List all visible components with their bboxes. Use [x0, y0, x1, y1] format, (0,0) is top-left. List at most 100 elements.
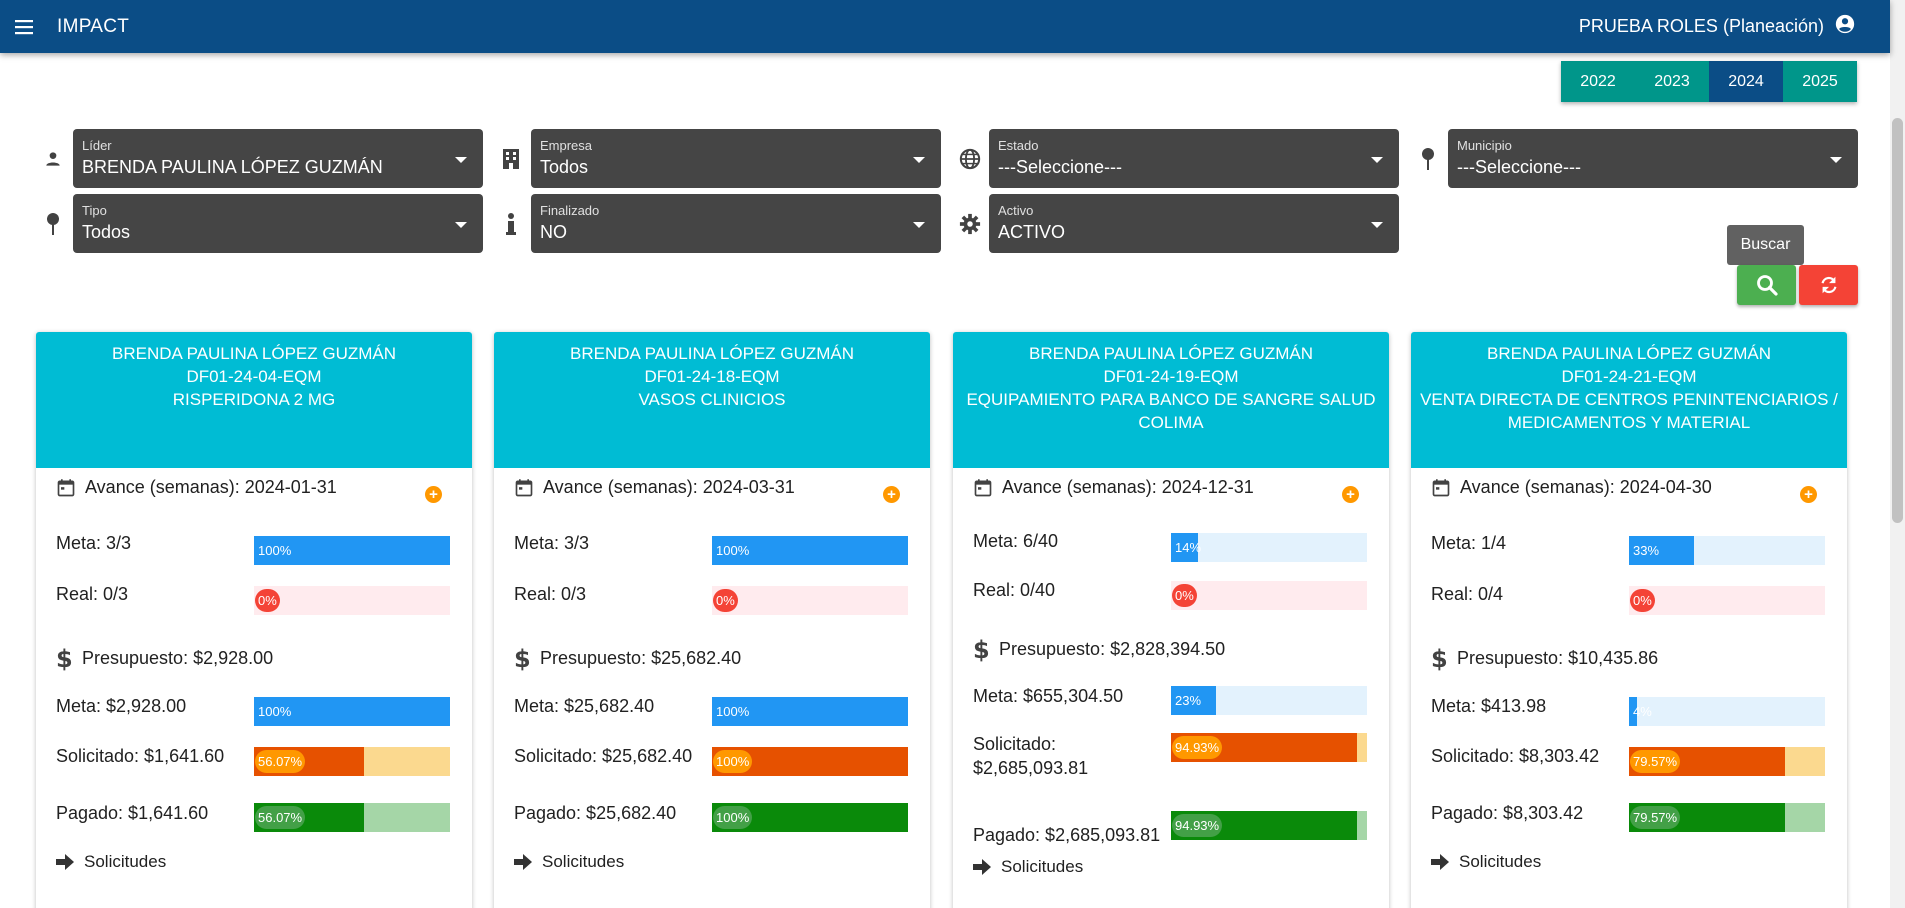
year-button-2025[interactable]: 2025	[1783, 61, 1857, 102]
activo-value: ACTIVO	[998, 222, 1066, 242]
pagado-label: Pagado: $8,303.42	[1431, 803, 1584, 823]
calendar-icon	[974, 478, 992, 496]
real-label: Real: 0/40	[973, 580, 1056, 600]
card-header[interactable]: BRENDA PAULINA LÓPEZ GUZMÁN DF01-24-19-E…	[953, 332, 1389, 468]
avance-row: Avance (semanas): 2024-03-31	[514, 477, 795, 498]
solicitado-label: Solicitado: $8,303.42	[1431, 746, 1600, 766]
globe-icon	[958, 147, 982, 171]
app-title: IMPACT	[57, 15, 130, 37]
add-circle-icon[interactable]: +	[883, 486, 900, 503]
dollar-icon: $	[514, 645, 530, 671]
solicitudes-text: Solicitudes	[84, 852, 167, 871]
account-circle-icon[interactable]	[1834, 13, 1856, 40]
avance-row: Avance (semanas): 2024-01-31	[56, 477, 337, 498]
solicitado-progress-percent: 94.93%	[1172, 736, 1223, 759]
dollar-icon: $	[973, 636, 989, 662]
finalizado-select[interactable]: Finalizado NO	[531, 194, 941, 253]
add-circle-icon[interactable]: +	[1800, 486, 1817, 503]
app-toolbar: IMPACT PRUEBA ROLES (Planeación)	[0, 0, 1890, 53]
meta-label: Meta: 3/3	[514, 533, 590, 553]
card-code: DF01-24-19-EQM	[1103, 367, 1239, 386]
solicitado-label: Solicitado: $2,685,093.81	[973, 734, 1089, 778]
meta-label: Meta: 3/3	[56, 533, 132, 553]
empresa-label: Empresa	[540, 138, 593, 153]
solicitado-label: Solicitado: $1,641.60	[56, 746, 225, 766]
meta-money-progress-percent: 100%	[258, 704, 292, 719]
solicitado-progress: 79.57%	[1629, 747, 1825, 776]
add-circle-icon[interactable]: +	[1342, 486, 1359, 503]
real-progress: 0%	[1629, 586, 1825, 615]
scrollbar-thumb[interactable]	[1892, 118, 1903, 523]
solicitudes-link[interactable]: Solicitudes	[1431, 852, 1541, 872]
menu-icon[interactable]	[0, 0, 50, 53]
lider-label: Líder	[82, 138, 112, 153]
meta-money-progress: 23%	[1171, 686, 1367, 715]
search-button[interactable]	[1737, 265, 1796, 305]
card-project-name: VENTA DIRECTA DE CENTROS PENINTENCIARIOS…	[1420, 390, 1838, 432]
project-card: BRENDA PAULINA LÓPEZ GUZMÁN DF01-24-21-E…	[1411, 332, 1847, 908]
card-leader: BRENDA PAULINA LÓPEZ GUZMÁN	[111, 344, 397, 363]
card-header[interactable]: BRENDA PAULINA LÓPEZ GUZMÁN DF01-24-21-E…	[1411, 332, 1847, 468]
meta-progress-percent: 14%	[1175, 540, 1202, 555]
arrow-right-icon	[973, 859, 991, 875]
solicitado-progress: 56.07%	[254, 747, 450, 776]
info-icon	[499, 212, 523, 236]
municipio-label: Municipio	[1457, 138, 1512, 153]
solicitado-label: Solicitado: $25,682.40	[514, 746, 693, 766]
avance-row: Avance (semanas): 2024-12-31	[973, 477, 1254, 498]
meta-money-label: Meta: $25,682.40	[514, 696, 655, 716]
year-button-2024[interactable]: 2024	[1709, 61, 1783, 102]
arrow-right-icon	[1431, 854, 1449, 870]
chevron-down-icon	[1830, 157, 1842, 163]
real-label: Real: 0/3	[56, 584, 129, 604]
avance-text: Avance (semanas): 2024-04-30	[1460, 477, 1712, 497]
chevron-down-icon	[1371, 157, 1383, 163]
year-button-2023[interactable]: 2023	[1635, 61, 1709, 102]
solicitudes-link[interactable]: Solicitudes	[56, 852, 166, 872]
solicitudes-link[interactable]: Solicitudes	[973, 857, 1083, 877]
pagado-progress-percent: 94.93%	[1172, 814, 1223, 837]
meta-money-label: Meta: $655,304.50	[973, 686, 1124, 706]
user-menu[interactable]: PRUEBA ROLES (Planeación)	[1579, 0, 1856, 53]
card-header[interactable]: BRENDA PAULINA LÓPEZ GUZMÁN DF01-24-04-E…	[36, 332, 472, 468]
meta-progress: 100%	[254, 536, 450, 565]
real-progress: 0%	[712, 586, 908, 615]
estado-select[interactable]: Estado ---Seleccione---	[989, 129, 1399, 188]
presupuesto-text: Presupuesto: $25,682.40	[540, 647, 742, 668]
meta-progress: 14%	[1171, 533, 1367, 562]
pagado-progress: 94.93%	[1171, 811, 1367, 840]
presupuesto-row: $ Presupuesto: $2,928.00	[56, 645, 273, 671]
user-name: PRUEBA ROLES (Planeación)	[1578, 16, 1824, 36]
pagado-progress: 56.07%	[254, 803, 450, 832]
avance-text: Avance (semanas): 2024-01-31	[85, 477, 337, 497]
avance-text: Avance (semanas): 2024-03-31	[543, 477, 795, 497]
card-header[interactable]: BRENDA PAULINA LÓPEZ GUZMÁN DF01-24-18-E…	[494, 332, 930, 468]
card-leader: BRENDA PAULINA LÓPEZ GUZMÁN	[569, 344, 855, 363]
arrow-right-icon	[514, 854, 532, 870]
search-tooltip: Buscar	[1727, 225, 1804, 265]
municipio-select[interactable]: Municipio ---Seleccione---	[1448, 129, 1858, 188]
page-scrollbar[interactable]	[1890, 0, 1905, 908]
activo-select[interactable]: Activo ACTIVO	[989, 194, 1399, 253]
lider-select[interactable]: Líder BRENDA PAULINA LÓPEZ GUZMÁN	[73, 129, 483, 188]
empresa-value: Todos	[540, 157, 589, 177]
add-circle-icon[interactable]: +	[425, 486, 442, 503]
calendar-icon	[57, 478, 75, 496]
card-project-name: EQUIPAMIENTO PARA BANCO DE SANGRE SALUD …	[966, 390, 1376, 432]
pagado-progress: 79.57%	[1629, 803, 1825, 832]
avance-row: Avance (semanas): 2024-04-30	[1431, 477, 1712, 498]
empresa-select[interactable]: Empresa Todos	[531, 129, 941, 188]
estado-value: ---Seleccione---	[998, 157, 1123, 177]
svg-text:$: $	[514, 645, 530, 671]
building-icon	[499, 147, 523, 171]
pagado-progress-percent: 56.07%	[255, 806, 306, 829]
solicitudes-link[interactable]: Solicitudes	[514, 852, 624, 872]
refresh-button[interactable]	[1799, 265, 1858, 305]
solicitudes-text: Solicitudes	[1459, 852, 1542, 871]
finalizado-label: Finalizado	[540, 203, 600, 218]
tipo-label: Tipo	[82, 203, 107, 218]
solicitudes-text: Solicitudes	[542, 852, 625, 871]
year-button-2022[interactable]: 2022	[1561, 61, 1635, 102]
solicitado-progress: 94.93%	[1171, 733, 1367, 762]
tipo-select[interactable]: Tipo Todos	[73, 194, 483, 253]
